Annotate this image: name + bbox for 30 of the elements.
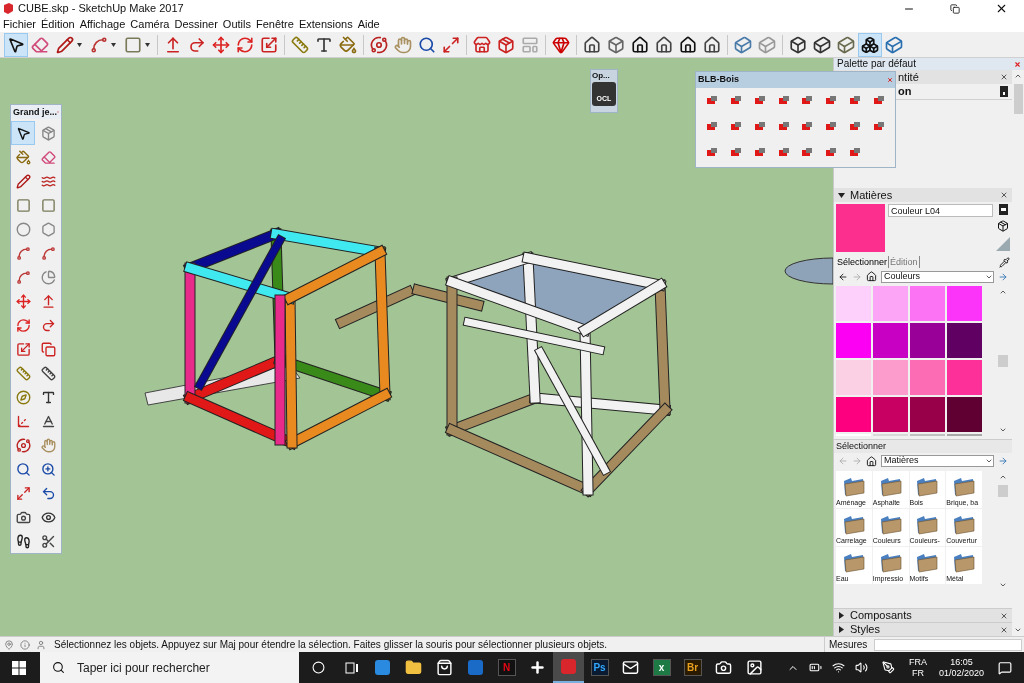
menu-item[interactable]: Affichage (79, 17, 131, 32)
menu-item[interactable]: Fenêtre (256, 17, 299, 32)
taskbar-app[interactable]: N (491, 652, 522, 683)
menu-item[interactable]: Fichier (3, 17, 41, 32)
menu-item[interactable]: Caméra (130, 17, 175, 32)
search-box[interactable]: Taper ici pour rechercher (40, 652, 299, 683)
language-indicator[interactable]: FRA FR (908, 656, 927, 679)
taskbar-app[interactable]: Br (677, 652, 708, 683)
collection-dropdown[interactable]: Matières (881, 455, 994, 467)
material-name-field[interactable]: Couleur L04 (888, 204, 993, 217)
window-title: CUBE.skp - SketchUp Make 2017 (18, 1, 184, 17)
menu-item[interactable]: Édition (41, 17, 80, 32)
tab[interactable]: Édition (889, 256, 920, 268)
menu-item[interactable]: Aide (357, 17, 385, 32)
entity-type-label: on (898, 84, 912, 100)
panel-title: Op... (591, 70, 610, 82)
panel-title: BLB-Bois (698, 73, 739, 87)
section-label: Sélectionner (836, 439, 887, 453)
collection-dropdown[interactable]: Couleurs (881, 270, 994, 283)
menu-item[interactable]: Dessiner (174, 17, 223, 32)
taskbar-app[interactable]: Ps (584, 652, 615, 683)
taskbar-app[interactable]: x (646, 652, 677, 683)
menu-item[interactable]: Extensions (298, 17, 358, 32)
tray-header[interactable]: ntité (898, 68, 919, 86)
clock[interactable]: 16:05 01/02/2020 (938, 656, 984, 679)
status-message: Sélectionnez les objets. Appuyez sur Maj pour étendre la sélection. Faites glisser la souris pour sélectionner plusieurs objets. (54, 638, 608, 652)
tray-title: Palette par défaut (837, 58, 916, 70)
palette-title: Grand je... (13, 106, 57, 119)
menu-item[interactable]: Outils (222, 17, 256, 32)
tab[interactable]: Sélectionner (836, 256, 890, 268)
